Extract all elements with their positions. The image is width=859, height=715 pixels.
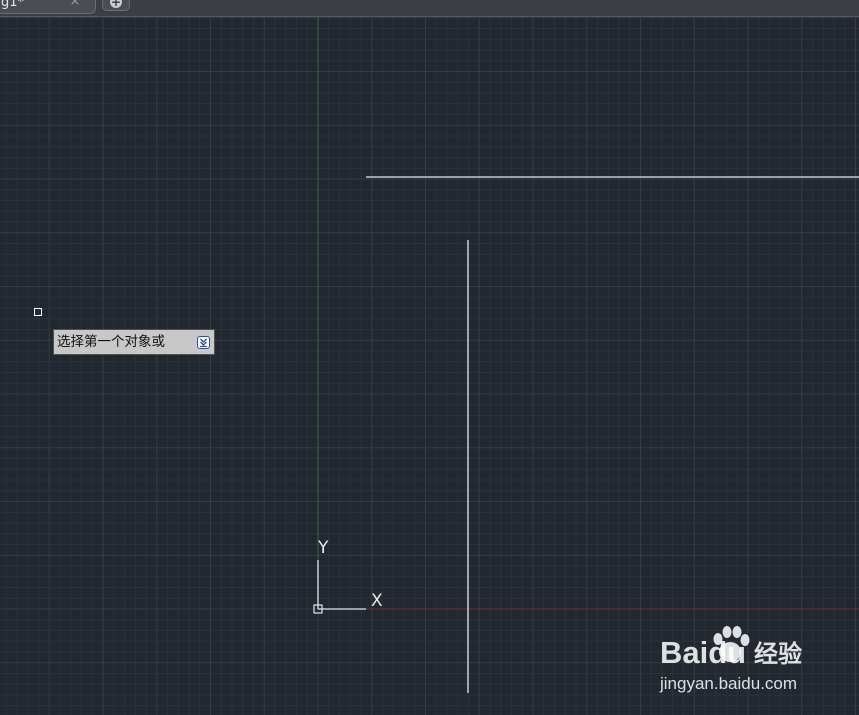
baidu-jingyan-watermark: Baidu 经验 jingyan.baidu.com xyxy=(660,624,830,698)
paw-icon xyxy=(713,626,750,662)
autocad-window: g1* × + Y X 选择第一个对象或 Baidu 经验 jingyan.ba… xyxy=(0,0,859,715)
options-down-arrow-icon[interactable] xyxy=(197,336,210,349)
plus-icon: + xyxy=(110,0,122,8)
prompt-text: 选择第一个对象或 xyxy=(57,334,165,350)
file-tab-bar: g1* × + xyxy=(0,0,859,17)
new-tab-button[interactable]: + xyxy=(102,0,130,11)
watermark-url: jingyan.baidu.com xyxy=(660,674,798,693)
drawing-tab[interactable]: g1* × xyxy=(0,0,96,14)
dynamic-input-prompt: 选择第一个对象或 xyxy=(53,329,215,355)
ucs-y-label: Y xyxy=(318,538,329,558)
watermark-product: 经验 xyxy=(754,640,802,668)
drawing-tab-label: g1* xyxy=(1,0,25,10)
close-icon[interactable]: × xyxy=(69,0,81,8)
grid xyxy=(0,17,859,715)
drawing-canvas[interactable] xyxy=(0,17,859,715)
ucs-x-label: X xyxy=(371,591,383,611)
pickbox-cursor xyxy=(34,308,42,316)
